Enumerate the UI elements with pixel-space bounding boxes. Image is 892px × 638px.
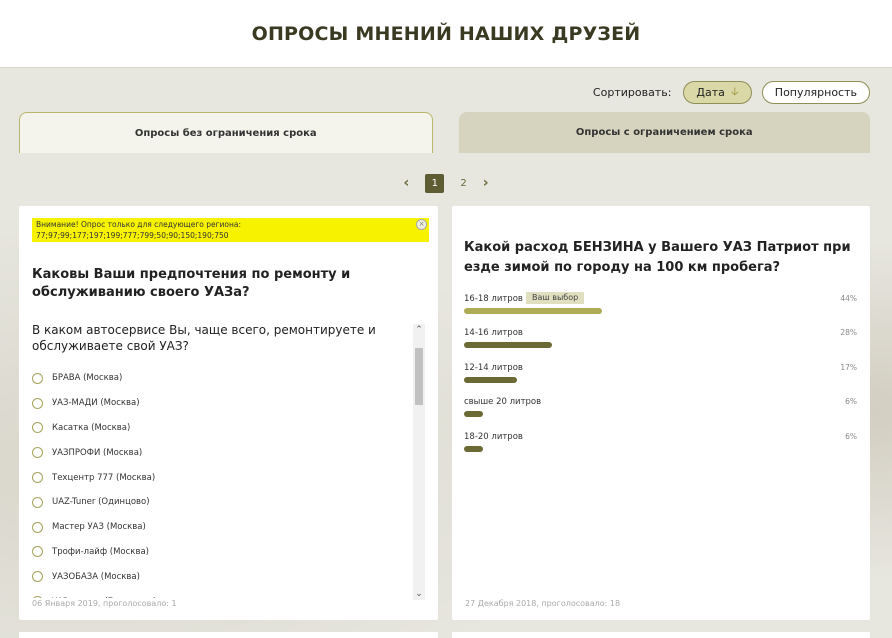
radio-button[interactable]: [32, 397, 43, 409]
scrollbar[interactable]: ⌃ ⌄: [413, 324, 425, 600]
result-bar: [464, 308, 602, 314]
sort-date-button[interactable]: Дата 🡣: [683, 80, 752, 104]
poll-question: В каком автосервисе Вы, чаще всего, ремо…: [32, 323, 376, 353]
poll-option[interactable]: УАЗОБАЗА (Москва): [32, 564, 412, 589]
poll-results: 16-18 литров Ваш выбор 44% 14-16 литров 28% 1…: [464, 292, 857, 464]
page-1[interactable]: 1: [425, 173, 445, 193]
tab-label: Опросы с ограничением срока: [575, 127, 753, 138]
poll-option-label: БРАВА (Москва): [52, 373, 123, 384]
your-choice-badge: Ваш выбор: [526, 292, 585, 304]
chevron-right-icon[interactable]: ›: [483, 175, 489, 191]
sort-popularity-button[interactable]: Популярность: [761, 80, 870, 104]
radio-button[interactable]: [32, 596, 43, 598]
scroll-down-icon[interactable]: ⌄: [413, 588, 425, 600]
page-title: ОПРОСЫ МНЕНИЙ НАШИХ ДРУЗЕЙ: [251, 22, 641, 45]
next-card-edge: [19, 632, 438, 638]
next-card-edge: [452, 632, 870, 638]
poll-tabs: Опросы без ограничения срока Опросы с ог…: [19, 112, 870, 153]
scroll-up-icon[interactable]: ⌃: [413, 324, 425, 336]
poll-option-label: Техцентр 777 (Москва): [52, 472, 156, 483]
poll-option[interactable]: УАЗ-МАДИ (Москва): [32, 391, 412, 416]
poll-card-fuel: Какой расход БЕНЗИНА у Вашего УАЗ Патрио…: [452, 206, 870, 620]
poll-option[interactable]: УАЗ сервис (Балашиха): [32, 589, 412, 598]
radio-button[interactable]: [32, 521, 43, 533]
poll-option-label: UAZ-Tuner (Одинцово): [52, 497, 150, 508]
poll-option-label: УАЗПРОФИ (Москва): [52, 447, 143, 458]
result-bar: [464, 342, 552, 349]
sort-bar: Сортировать: Дата 🡣 Популярность: [593, 80, 870, 104]
radio-button[interactable]: [32, 447, 43, 459]
pagination: ‹ 1 2 ›: [0, 173, 892, 193]
radio-button[interactable]: [32, 472, 43, 484]
poll-footer: 27 Декабря 2018, проголосовало: 18: [465, 599, 621, 608]
page-header: ОПРОСЫ МНЕНИЙ НАШИХ ДРУЗЕЙ: [0, 0, 892, 68]
result-percent: 6%: [845, 397, 857, 407]
radio-button[interactable]: [32, 496, 43, 508]
result-row: 16-18 литров Ваш выбор 44%: [464, 292, 857, 326]
radio-button[interactable]: [32, 422, 43, 434]
result-label: 16-18 литров: [464, 294, 523, 304]
poll-option-label: УАЗОБАЗА (Москва): [52, 571, 140, 582]
page-2[interactable]: 2: [460, 178, 466, 189]
arrow-down-icon: 🡣: [730, 84, 739, 98]
poll-title: Какой расход БЕНЗИНА у Вашего УАЗ Патрио…: [464, 240, 851, 275]
result-row: 18-20 литров 6%: [464, 430, 857, 464]
tab-unlimited-polls[interactable]: Опросы без ограничения срока: [19, 112, 433, 153]
poll-option-label: УАЗ-МАДИ (Москва): [52, 398, 140, 409]
poll-option[interactable]: Касатка (Москва): [32, 416, 412, 441]
result-label: 12-14 литров: [464, 362, 523, 373]
result-bar: [464, 376, 517, 383]
result-bar: [464, 445, 483, 452]
poll-card-service: Внимание! Опрос только для следующего ре…: [19, 206, 438, 620]
result-label: свыше 20 литров: [464, 397, 542, 408]
poll-option[interactable]: БРАВА (Москва): [32, 366, 412, 391]
poll-option[interactable]: UAZ-Tuner (Одинцово): [32, 490, 412, 515]
poll-option[interactable]: Мастер УАЗ (Москва): [32, 515, 412, 540]
result-bar: [464, 411, 483, 418]
poll-option-label: Касатка (Москва): [52, 422, 131, 433]
result-percent: 17%: [840, 362, 857, 372]
region-warning: Внимание! Опрос только для следующего ре…: [32, 218, 429, 242]
tab-label: Опросы без ограничения срока: [134, 127, 317, 139]
result-percent: 44%: [840, 294, 857, 303]
chevron-left-icon[interactable]: ‹: [404, 175, 410, 191]
scrollbar-thumb[interactable]: [415, 348, 423, 405]
radio-button[interactable]: [32, 546, 43, 558]
poll-option[interactable]: Техцентр 777 (Москва): [32, 465, 412, 490]
result-row: свыше 20 литров 6%: [464, 395, 857, 429]
poll-option-label: УАЗ сервис (Балашиха): [52, 597, 156, 598]
radio-button[interactable]: [32, 372, 43, 384]
poll-title: Каковы Ваши предпочтения по ремонту и об…: [32, 267, 351, 300]
result-row: 14-16 литров 28%: [464, 326, 857, 360]
poll-options: БРАВА (Москва) УАЗ-МАДИ (Москва) Касатка (…: [32, 366, 412, 598]
result-percent: 28%: [840, 328, 857, 338]
poll-option[interactable]: УАЗПРОФИ (Москва): [32, 440, 412, 465]
poll-footer: 06 Января 2019, проголосовало: 1: [32, 599, 177, 608]
sort-label: Сортировать:: [592, 85, 672, 99]
result-label: 18-20 литров: [464, 431, 523, 442]
tab-limited-polls[interactable]: Опросы с ограничением срока: [458, 112, 870, 153]
sort-popularity-label: Популярность: [774, 85, 857, 99]
poll-option[interactable]: Трофи-лайф (Москва): [32, 540, 412, 565]
radio-button[interactable]: [32, 571, 43, 583]
poll-option-label: Трофи-лайф (Москва): [52, 546, 149, 557]
result-row: 12-14 литров 17%: [464, 361, 857, 395]
region-warning-text: Внимание! Опрос только для следующего ре…: [36, 220, 242, 240]
sort-date-label: Дата: [696, 85, 725, 99]
result-label: 14-16 литров: [464, 328, 523, 339]
close-icon[interactable]: ×: [416, 219, 427, 230]
poll-option-label: Мастер УАЗ (Москва): [52, 522, 146, 533]
result-percent: 6%: [845, 431, 857, 441]
